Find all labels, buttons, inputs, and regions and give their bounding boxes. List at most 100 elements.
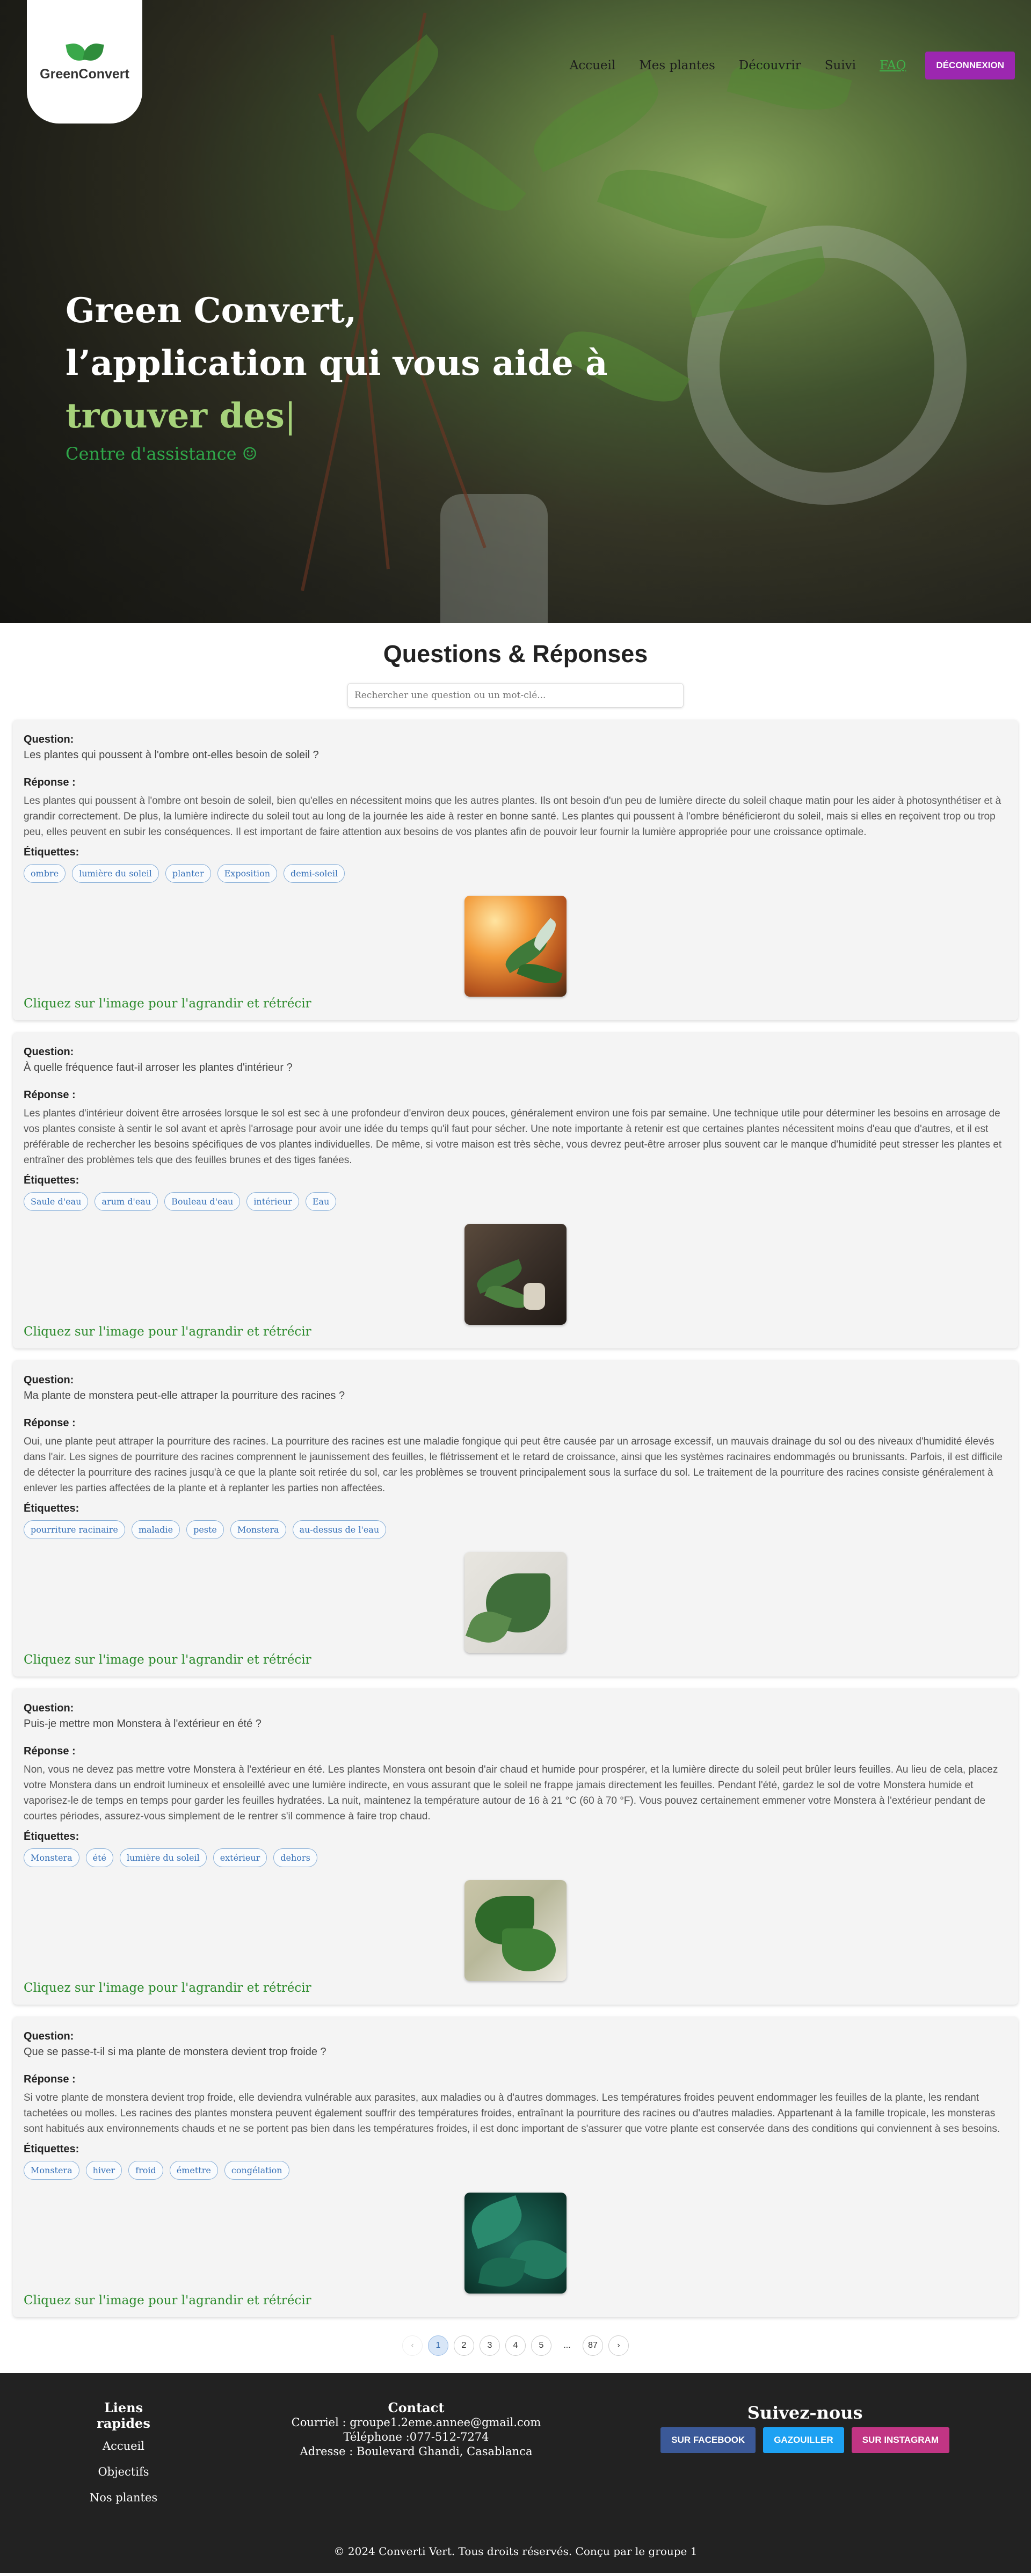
question-label: Question: (24, 734, 74, 745)
question-text: Ma plante de monstera peut-elle attraper… (24, 1390, 345, 1402)
page-button-last[interactable]: 87 (583, 2335, 603, 2356)
footer-quick-links: Liens rapides Accueil Objectifs Nos plan… (81, 2400, 166, 2504)
footer-link-accueil[interactable]: Accueil (81, 2440, 166, 2452)
watering-plant-photo[interactable] (464, 1224, 567, 1325)
tag[interactable]: froid (128, 2161, 163, 2180)
search-input[interactable] (347, 683, 684, 708)
faq-card: Question: Puis-je mettre mon Monstera à … (13, 1688, 1018, 2005)
question-label: Question: (24, 1702, 74, 1714)
tag[interactable]: maladie (131, 1520, 180, 1539)
tags-label: Étiquettes: (24, 1174, 79, 1186)
hero-line-2: l’application qui vous aide à (66, 343, 608, 383)
tag[interactable]: Monstera (230, 1520, 286, 1539)
question-text: Les plantes qui poussent à l'ombre ont-e… (24, 749, 319, 761)
hero-subtitle: Centre d'assistance ☺ (66, 444, 258, 464)
answer-label: Réponse : (24, 2073, 76, 2085)
tag[interactable]: lumière du soleil (72, 864, 159, 883)
prev-page-button[interactable]: ‹ (402, 2335, 423, 2356)
nav-link-suivi[interactable]: Suivi (825, 59, 856, 72)
tag[interactable]: planter (165, 864, 211, 883)
tags-label: Étiquettes: (24, 1503, 79, 1514)
hero-typed-text: trouver des (66, 396, 285, 436)
faq-card: Question: Les plantes qui poussent à l'o… (13, 720, 1018, 1020)
tag[interactable]: Exposition (217, 864, 277, 883)
tag[interactable]: peste (186, 1520, 224, 1539)
tag[interactable]: Monstera (24, 1848, 79, 1867)
tag[interactable]: Saule d'eau (24, 1192, 89, 1211)
page-button[interactable]: 3 (480, 2335, 500, 2356)
tag[interactable]: extérieur (213, 1848, 267, 1867)
footer-links-title: Liens rapides (97, 2400, 150, 2431)
nav-link-decouvrir[interactable]: Découvrir (739, 59, 801, 72)
tag[interactable]: au-dessus de l'eau (292, 1520, 387, 1539)
question-text: Que se passe-t-il si ma plante de monste… (24, 2046, 326, 2058)
footer-contact-title: Contact (388, 2400, 445, 2415)
footer-link-nos-plantes[interactable]: Nos plantes (81, 2491, 166, 2504)
potted-monstera-photo[interactable] (464, 1880, 567, 1981)
tag[interactable]: arum d'eau (95, 1192, 158, 1211)
tag[interactable]: hiver (85, 2161, 122, 2180)
logout-button[interactable]: DÉCONNEXION (925, 52, 1015, 79)
monstera-leaf-photo[interactable] (464, 1552, 567, 1653)
tag[interactable]: été (85, 1848, 113, 1867)
twitter-button[interactable]: GAZOUILLER (763, 2427, 844, 2453)
page-button[interactable]: 2 (454, 2335, 474, 2356)
faq-card: Question: À quelle fréquence faut-il arr… (13, 1032, 1018, 1348)
tag-list: Monstera été lumière du soleil extérieur… (24, 1848, 1007, 1867)
tags-label: Étiquettes: (24, 2143, 79, 2155)
question-text: Puis-je mettre mon Monstera à l'extérieu… (24, 1718, 262, 1730)
image-hint: Cliquez sur l'image pour l'agrandir et r… (24, 997, 311, 1011)
logo-text: GreenConvert (40, 66, 129, 82)
pagination: ‹ 1 2 3 4 5 ... 87 › (13, 2335, 1018, 2356)
instagram-button[interactable]: SUR INSTAGRAM (851, 2427, 949, 2453)
tags-label: Étiquettes: (24, 846, 79, 858)
faq-card: Question: Ma plante de monstera peut-ell… (13, 1360, 1018, 1677)
contact-email: Courriel : groupe1.2eme.annee@gmail.com (291, 2416, 541, 2429)
page-title: Questions & Réponses (383, 640, 648, 667)
answer-text: Les plantes d'intérieur doivent être arr… (24, 1108, 1002, 1166)
faq-card: Question: Que se passe-t-il si ma plante… (13, 2016, 1018, 2317)
pagination-ellipsis: ... (563, 2341, 571, 2350)
page-button[interactable]: 4 (505, 2335, 526, 2356)
nav-link-accueil[interactable]: Accueil (570, 59, 616, 72)
hero-headline: Green Convert, l’application qui vous ai… (66, 285, 608, 464)
tag[interactable]: ombre (24, 864, 66, 883)
typing-cursor: | (284, 396, 296, 436)
tag[interactable]: demi-soleil (284, 864, 345, 883)
image-hint: Cliquez sur l'image pour l'agrandir et r… (24, 1981, 311, 1995)
footer-link-objectifs[interactable]: Objectifs (81, 2465, 166, 2478)
tag-list: Saule d'eau arum d'eau Bouleau d'eau int… (24, 1192, 1007, 1211)
nav-link-mes-plantes[interactable]: Mes plantes (639, 59, 715, 72)
page-button[interactable]: 5 (531, 2335, 551, 2356)
tag[interactable]: dehors (273, 1848, 317, 1867)
page-button[interactable]: 1 (428, 2335, 448, 2356)
tag[interactable]: intérieur (246, 1192, 299, 1211)
tag[interactable]: pourriture racinaire (24, 1520, 125, 1539)
facebook-button[interactable]: SUR FACEBOOK (660, 2427, 756, 2453)
tropical-leaves-photo[interactable] (464, 2193, 567, 2294)
footer-contact: Contact Courriel : groupe1.2eme.annee@gm… (279, 2400, 553, 2459)
contact-phone: Téléphone :077-512-7274 (343, 2430, 489, 2443)
tag[interactable]: lumière du soleil (120, 1848, 207, 1867)
tag[interactable]: congélation (224, 2161, 289, 2180)
image-hint: Cliquez sur l'image pour l'agrandir et r… (24, 2294, 311, 2307)
tag[interactable]: Eau (305, 1192, 337, 1211)
hero-banner: GreenConvert Accueil Mes plantes Découvr… (0, 0, 1031, 623)
site-logo[interactable]: GreenConvert (27, 0, 142, 124)
tag[interactable]: Monstera (24, 2161, 79, 2180)
sunlit-fern-photo[interactable] (464, 896, 567, 997)
tags-label: Étiquettes: (24, 1831, 79, 1842)
faq-section: Questions & Réponses Question: Les plant… (0, 623, 1031, 2356)
tag-list: pourriture racinaire maladie peste Monst… (24, 1520, 1007, 1539)
answer-text: Oui, une plante peut attraper la pourrit… (24, 1436, 1003, 1494)
tag[interactable]: Bouleau d'eau (164, 1192, 241, 1211)
next-page-button[interactable]: › (608, 2335, 629, 2356)
tag[interactable]: émettre (169, 2161, 218, 2180)
hero-line-1: Green Convert, (66, 291, 357, 331)
contact-address: Adresse : Boulevard Ghandi, Casablanca (300, 2445, 533, 2458)
answer-text: Les plantes qui poussent à l'ombre ont b… (24, 795, 1001, 838)
question-label: Question: (24, 1046, 74, 1058)
nav-link-faq[interactable]: FAQ (880, 59, 906, 72)
answer-text: Si votre plante de monstera devient trop… (24, 2092, 1000, 2135)
image-hint: Cliquez sur l'image pour l'agrandir et r… (24, 1325, 311, 1339)
